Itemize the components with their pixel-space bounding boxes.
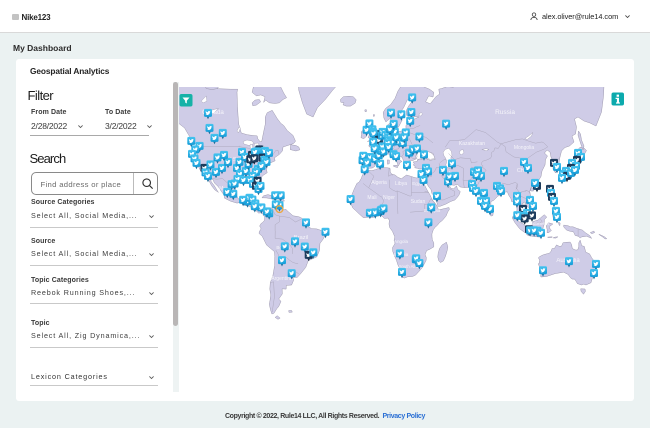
svg-text:Mali: Mali xyxy=(367,195,376,201)
svg-text:Angola: Angola xyxy=(394,239,409,244)
svg-text:Algeria: Algeria xyxy=(371,180,387,186)
svg-text:Libya: Libya xyxy=(395,181,407,187)
svg-text:Sudan: Sudan xyxy=(411,199,426,205)
svg-text:Indonesia: Indonesia xyxy=(529,221,549,226)
svg-text:Russia: Russia xyxy=(495,109,515,116)
svg-text:Niger: Niger xyxy=(383,195,395,201)
svg-text:Kazakhstan: Kazakhstan xyxy=(459,141,485,147)
svg-text:Mongolia: Mongolia xyxy=(514,145,535,151)
